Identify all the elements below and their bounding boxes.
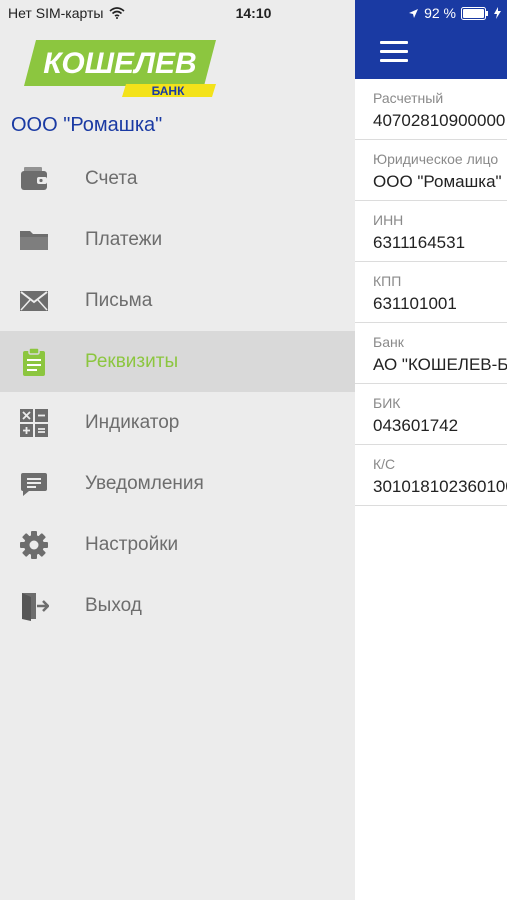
folder-icon bbox=[18, 224, 50, 256]
drawer-menu: Счета Платежи Письма Реквизиты Индикатор… bbox=[0, 148, 355, 636]
status-bar: Нет SIM-карты 14:10 92 % bbox=[0, 0, 507, 27]
field-label: Банк bbox=[373, 334, 404, 350]
menu-item-logout[interactable]: Выход bbox=[0, 575, 355, 636]
menu-item-label: Уведомления bbox=[85, 473, 204, 494]
field-value: 30101810236010000742 bbox=[373, 477, 507, 496]
menu-item-letters[interactable]: Письма bbox=[0, 270, 355, 331]
field-correspondent-account[interactable]: К/С 30101810236010000742 bbox=[355, 445, 507, 506]
menu-item-label: Платежи bbox=[85, 229, 163, 250]
menu-item-label: Реквизиты bbox=[85, 351, 179, 372]
field-label: Юридическое лицо bbox=[373, 151, 499, 167]
menu-item-label: Выход bbox=[85, 595, 142, 616]
exit-icon bbox=[18, 590, 50, 622]
calculator-icon bbox=[18, 407, 50, 439]
field-label: КПП bbox=[373, 273, 402, 289]
menu-item-settings[interactable]: Настройки bbox=[0, 514, 355, 575]
battery-icon bbox=[461, 6, 489, 20]
company-name: ООО "Ромашка" bbox=[11, 114, 163, 136]
field-bik[interactable]: БИК 043601742 bbox=[355, 384, 507, 445]
field-value: ООО "Ромашка" bbox=[373, 172, 502, 191]
time-label: 14:10 bbox=[235, 5, 272, 21]
menu-item-payments[interactable]: Платежи bbox=[0, 209, 355, 270]
field-value: 6311164531 bbox=[373, 233, 466, 252]
requisites-panel: Расчетный 40702810900000 Юридическое лиц… bbox=[355, 0, 507, 900]
menu-item-label: Счета bbox=[85, 168, 138, 189]
field-value: АО "КОШЕЛЕВ-БАНК" bbox=[373, 355, 507, 374]
menu-item-accounts[interactable]: Счета bbox=[0, 148, 355, 209]
field-label: БИК bbox=[373, 395, 401, 411]
menu-item-label: Письма bbox=[85, 290, 153, 311]
wallet-icon bbox=[18, 163, 50, 195]
field-value: 40702810900000 bbox=[373, 111, 506, 130]
chat-icon bbox=[18, 468, 50, 500]
logo-sub-text: БАНК bbox=[152, 84, 186, 98]
field-label: К/С bbox=[373, 456, 396, 472]
clipboard-icon bbox=[18, 346, 50, 378]
field-legal-entity[interactable]: Юридическое лицо ООО "Ромашка" bbox=[355, 140, 507, 201]
battery-percent: 92 % bbox=[424, 5, 456, 21]
menu-item-label: Индикатор bbox=[85, 412, 180, 433]
requisites-list: Расчетный 40702810900000 Юридическое лиц… bbox=[355, 79, 507, 506]
field-label: ИНН bbox=[373, 212, 404, 228]
menu-hamburger-icon[interactable] bbox=[380, 41, 408, 62]
field-bank[interactable]: Банк АО "КОШЕЛЕВ-БАНК" bbox=[355, 323, 507, 384]
logo-main-text: КОШЕЛЕВ bbox=[43, 47, 196, 80]
navigation-drawer: КОШЕЛЕВ БАНК ООО "Ромашка" Счета Платежи… bbox=[0, 0, 355, 900]
field-kpp[interactable]: КПП 631101001 bbox=[355, 262, 507, 323]
charging-bolt-icon bbox=[494, 7, 501, 19]
gear-icon bbox=[18, 529, 50, 561]
menu-item-label: Настройки bbox=[85, 534, 179, 555]
menu-item-indicator[interactable]: Индикатор bbox=[0, 392, 355, 453]
menu-item-requisites[interactable]: Реквизиты bbox=[0, 331, 355, 392]
field-label: Расчетный bbox=[373, 90, 444, 106]
field-value: 043601742 bbox=[373, 416, 459, 435]
bank-logo: КОШЕЛЕВ БАНК bbox=[20, 36, 220, 98]
location-arrow-icon bbox=[408, 8, 419, 19]
field-account[interactable]: Расчетный 40702810900000 bbox=[355, 79, 507, 140]
envelope-icon bbox=[18, 285, 50, 317]
field-inn[interactable]: ИНН 6311164531 bbox=[355, 201, 507, 262]
field-value: 631101001 bbox=[373, 294, 457, 313]
status-right: 92 % bbox=[408, 5, 501, 21]
menu-item-notifications[interactable]: Уведомления bbox=[0, 453, 355, 514]
